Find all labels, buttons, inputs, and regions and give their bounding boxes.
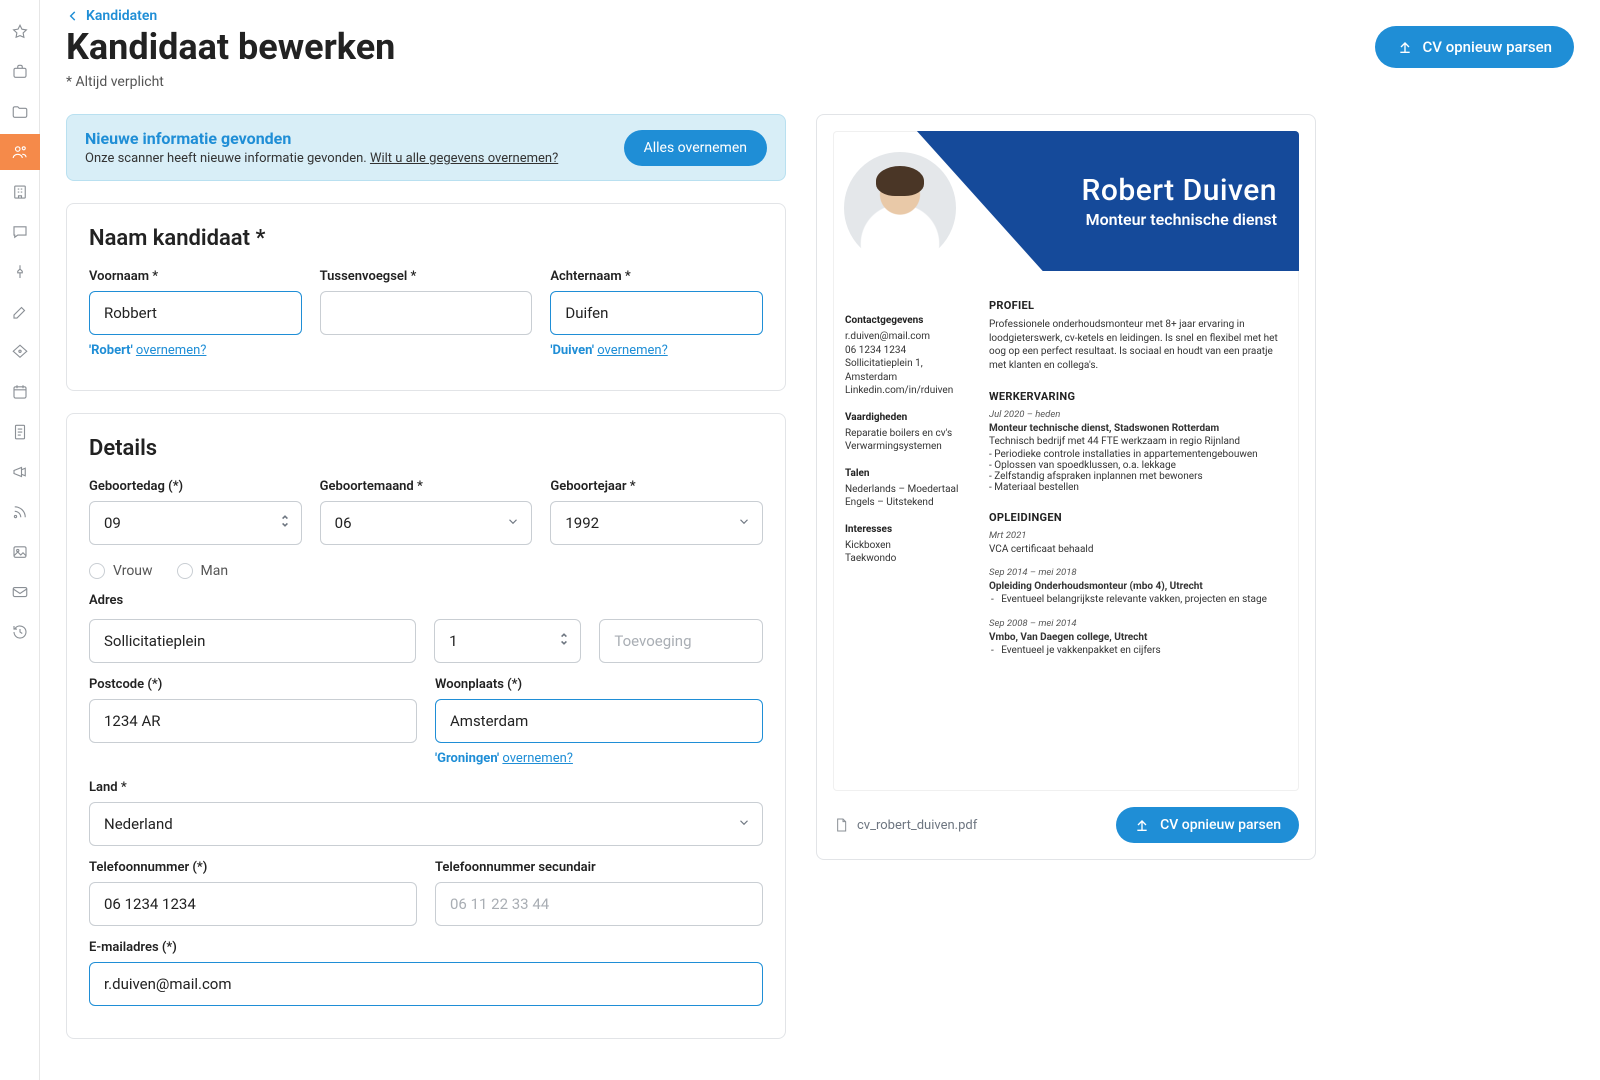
postcode-label: Postcode (*) (89, 677, 417, 692)
lastname-label: Achternaam * (550, 269, 763, 284)
firstname-label: Voornaam * (89, 269, 302, 284)
cv-preview-card: Robert Duiven Monteur technische dienst … (816, 114, 1316, 860)
phone2-label: Telefoonnummer secundair (435, 860, 763, 875)
nav-announce[interactable] (0, 454, 40, 490)
page-title: Kandidaat bewerken (66, 26, 395, 68)
main-content: Kandidaten Kandidaat bewerken * Altijd v… (40, 0, 1600, 1080)
lastname-suggest-link[interactable]: overnemen? (597, 343, 668, 358)
city-suggestion: 'Groningen' overnemen? (435, 751, 763, 766)
nav-edit[interactable] (0, 294, 40, 330)
sidebar (0, 0, 40, 1080)
birthday-label: Geboortedag (*) (89, 479, 302, 494)
details-section: Details Geboortedag (*) Geboortemaand * … (66, 413, 786, 1039)
banner-title: Nieuwe informatie gevonden (85, 129, 558, 148)
street-input[interactable] (89, 619, 416, 663)
gender-female-radio[interactable]: Vrouw (89, 563, 153, 579)
phone1-label: Telefoonnummer (*) (89, 860, 417, 875)
cv-preview: Robert Duiven Monteur technische dienst … (833, 131, 1299, 791)
nav-calendar[interactable] (0, 374, 40, 410)
gender-male-radio[interactable]: Man (177, 563, 229, 579)
lastname-input[interactable] (550, 291, 763, 335)
postcode-input[interactable] (89, 699, 417, 743)
birthyear-label: Geboortejaar * (550, 479, 763, 494)
housenumber-input[interactable] (434, 619, 581, 663)
birthday-input[interactable] (89, 501, 302, 545)
breadcrumb[interactable]: Kandidaten (66, 4, 1574, 24)
nav-docs[interactable] (0, 414, 40, 450)
birthmonth-label: Geboortemaand * (320, 479, 533, 494)
phone1-input[interactable] (89, 882, 417, 926)
city-suggest-link[interactable]: overnemen? (502, 751, 573, 766)
cv-name: Robert Duiven (1082, 173, 1278, 208)
cv-filename: cv_robert_duiven.pdf (833, 816, 977, 834)
file-icon (833, 816, 849, 834)
cv-role: Monteur technische dienst (1086, 210, 1277, 229)
nav-favorites[interactable] (0, 14, 40, 50)
breadcrumb-label: Kandidaten (86, 8, 157, 24)
birthmonth-select[interactable]: 06 (320, 501, 533, 545)
birthyear-select[interactable]: 1992 (550, 501, 763, 545)
nav-jobs[interactable] (0, 54, 40, 90)
nav-folders[interactable] (0, 94, 40, 130)
phone2-input[interactable] (435, 882, 763, 926)
addition-input[interactable] (599, 619, 763, 663)
nav-companies[interactable] (0, 174, 40, 210)
upload-icon (1397, 39, 1413, 55)
nav-image[interactable] (0, 534, 40, 570)
country-label: Land * (89, 780, 763, 795)
reparse-cv-button-bottom[interactable]: CV opnieuw parsen (1116, 807, 1299, 843)
nav-tags[interactable] (0, 334, 40, 370)
avatar (841, 149, 959, 267)
reparse-cv-button[interactable]: CV opnieuw parsen (1375, 26, 1574, 68)
nav-messages[interactable] (0, 214, 40, 250)
name-section: Naam kandidaat * Voornaam * 'Robert' ove… (66, 203, 786, 391)
banner-link[interactable]: Wilt u alle gegevens overnemen? (370, 151, 558, 166)
city-label: Woonplaats (*) (435, 677, 763, 692)
middlename-input[interactable] (320, 291, 533, 335)
nav-rss[interactable] (0, 494, 40, 530)
accept-all-button[interactable]: Alles overnemen (624, 130, 767, 166)
firstname-suggestion: 'Robert' overnemen? (89, 343, 302, 358)
page-subtitle: * Altijd verplicht (66, 74, 395, 90)
email-label: E-mailadres (*) (89, 940, 763, 955)
city-input[interactable] (435, 699, 763, 743)
nav-mail[interactable] (0, 574, 40, 610)
country-select[interactable]: Nederland (89, 802, 763, 846)
nav-pin[interactable] (0, 254, 40, 290)
firstname-suggest-link[interactable]: overnemen? (136, 343, 207, 358)
email-input[interactable] (89, 962, 763, 1006)
firstname-input[interactable] (89, 291, 302, 335)
lastname-suggestion: 'Duiven' overnemen? (550, 343, 763, 358)
upload-icon (1134, 817, 1150, 833)
banner-subtitle: Onze scanner heeft nieuwe informatie gev… (85, 151, 558, 166)
address-label: Adres (89, 593, 763, 608)
details-section-title: Details (89, 436, 763, 461)
middlename-label: Tussenvoegsel * (320, 269, 533, 284)
info-banner: Nieuwe informatie gevonden Onze scanner … (66, 114, 786, 181)
nav-candidates[interactable] (0, 134, 40, 170)
nav-history[interactable] (0, 614, 40, 650)
name-section-title: Naam kandidaat * (89, 226, 763, 251)
